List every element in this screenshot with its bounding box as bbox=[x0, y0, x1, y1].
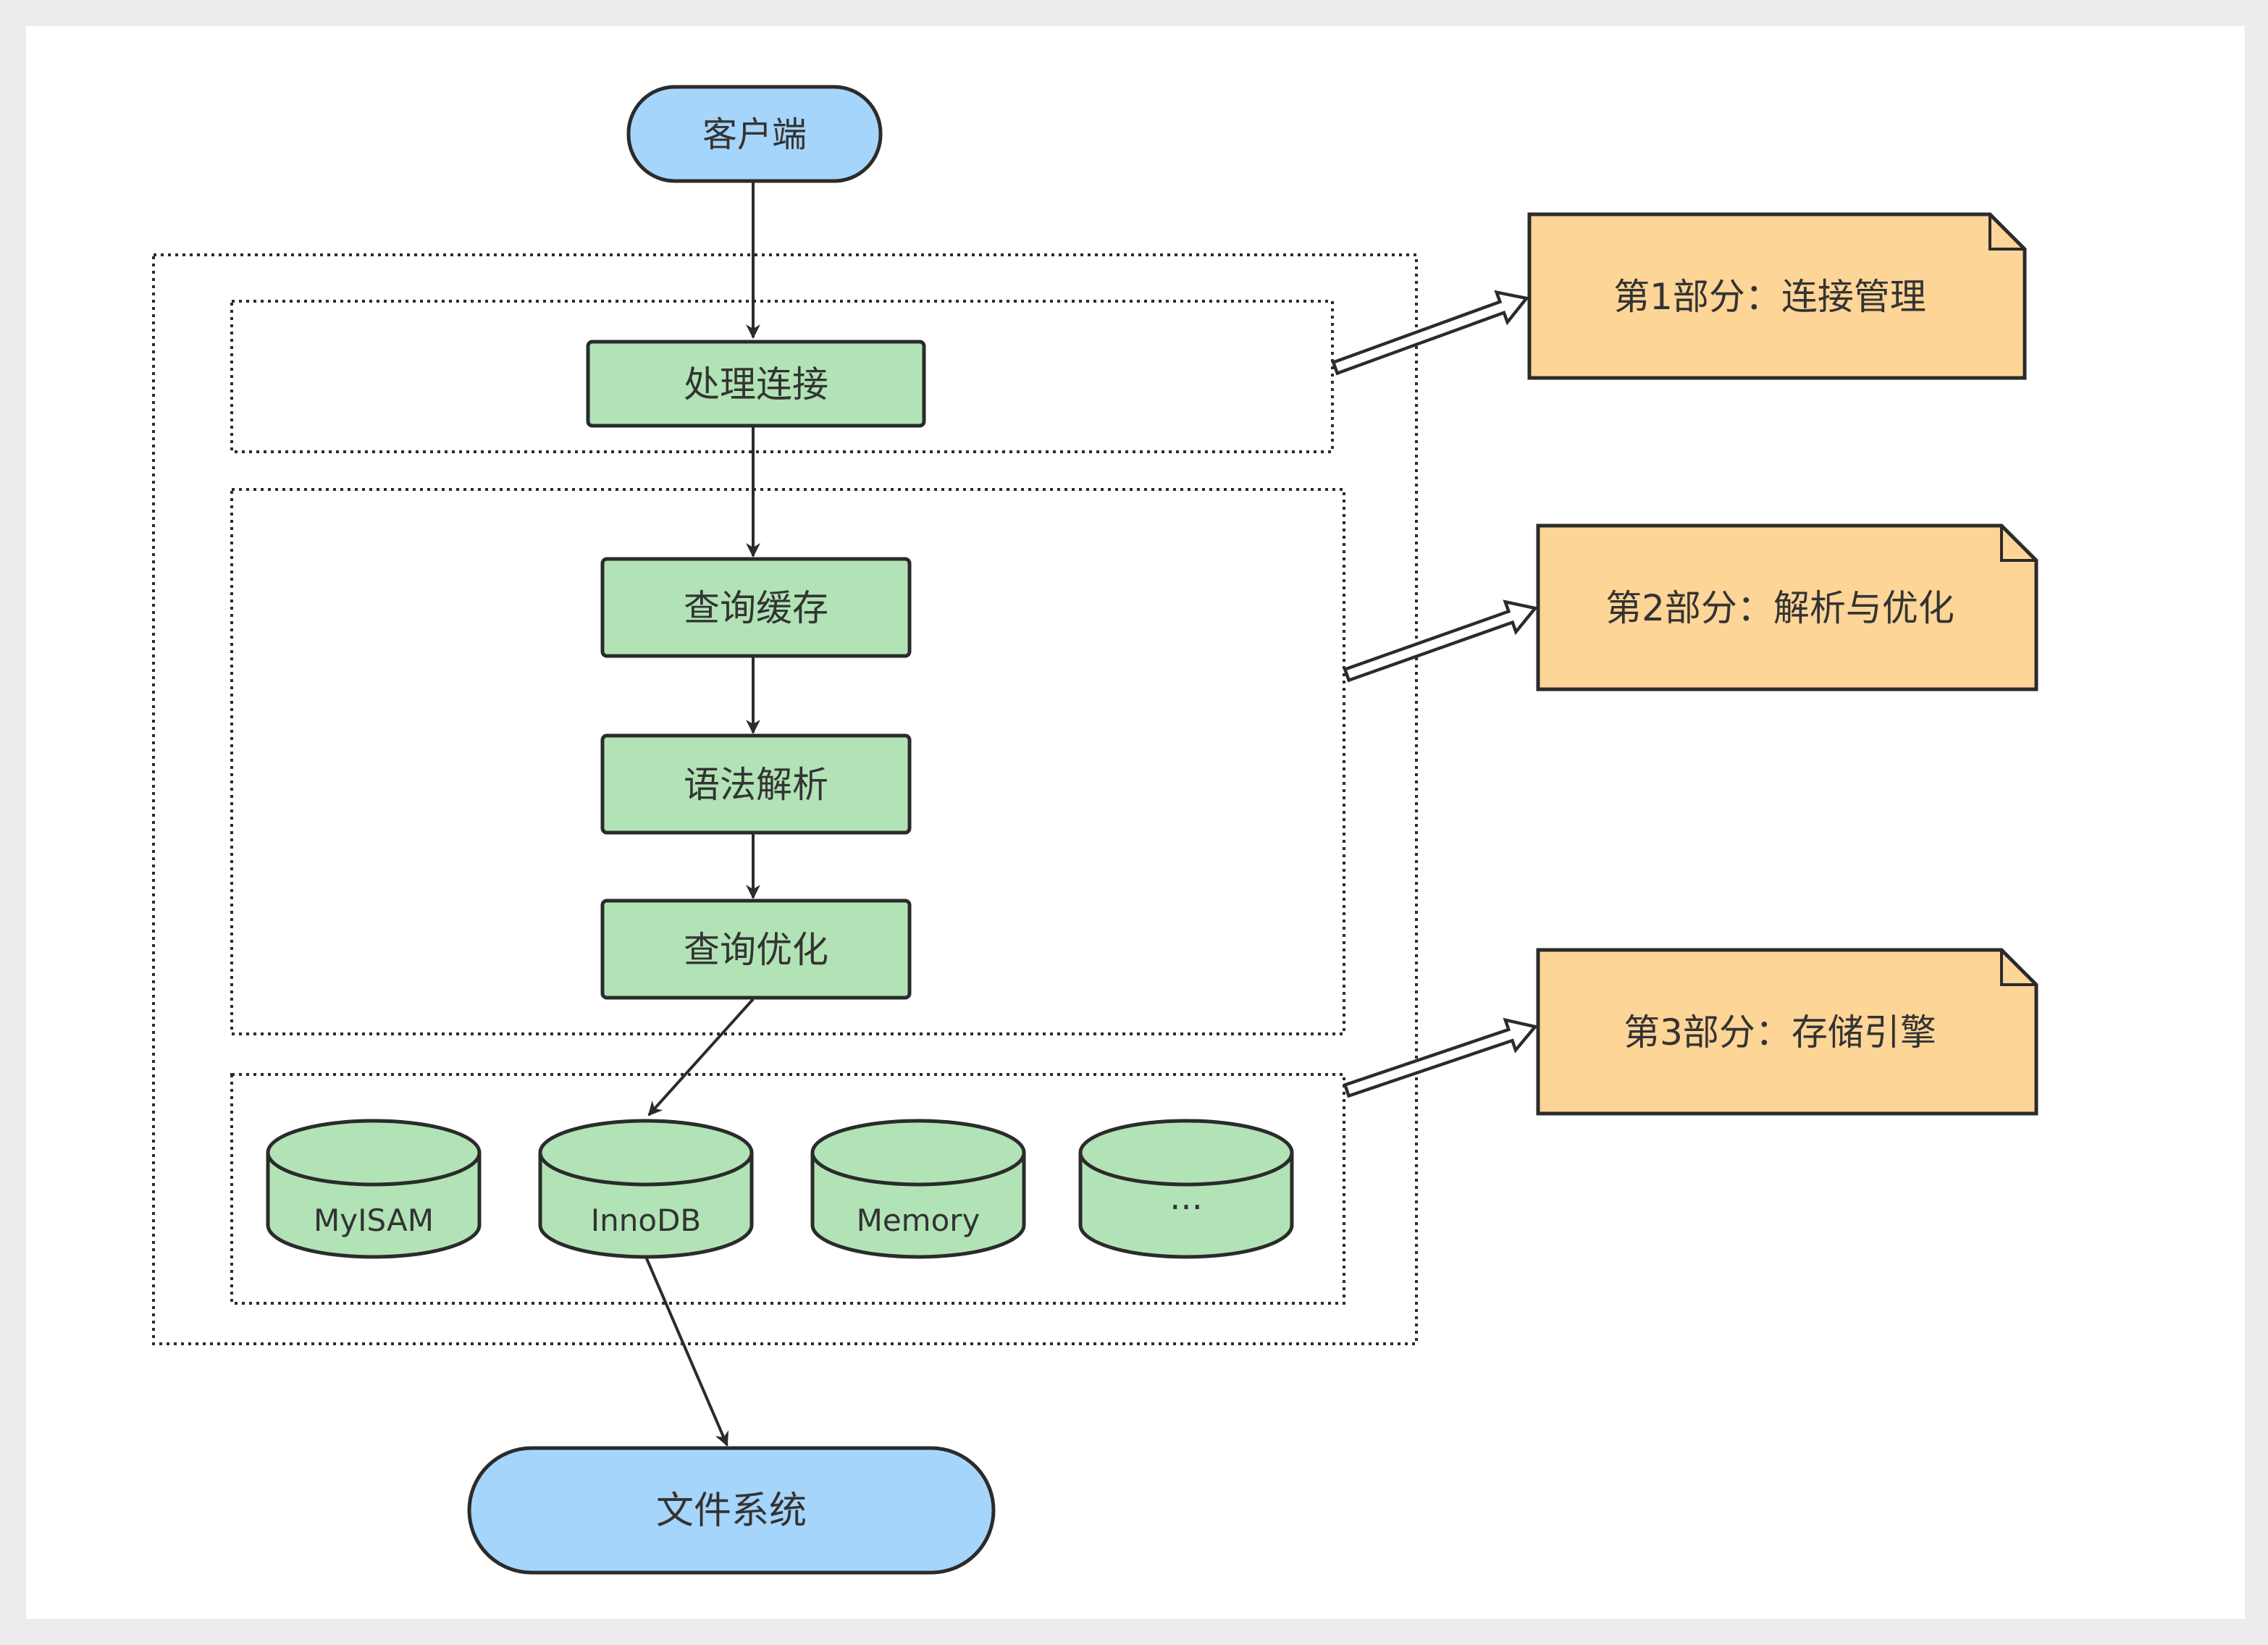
storage-engine-label: ··· bbox=[1169, 1187, 1203, 1228]
optimizer-node: 查询优化 bbox=[600, 899, 912, 1000]
parser-label: 语法解析 bbox=[684, 764, 828, 806]
optimizer-label: 查询优化 bbox=[684, 929, 828, 971]
section-note-label: 第3部分：存储引擎 bbox=[1624, 1011, 1936, 1053]
storage-engine-1: InnoDB bbox=[538, 1119, 754, 1259]
filesystem-label: 文件系统 bbox=[656, 1489, 807, 1533]
mysql-architecture-diagram: 客户端 处理连接查询缓存语法解析查询优化 MyISAM InnoDB Memory ·… bbox=[26, 26, 2245, 1619]
connection-label: 处理连接 bbox=[684, 363, 828, 405]
section-note-label: 第1部分：连接管理 bbox=[1613, 276, 1926, 318]
query-cache-node: 查询缓存 bbox=[600, 557, 912, 658]
parser-node: 语法解析 bbox=[600, 733, 912, 835]
storage-engine-3: ··· bbox=[1078, 1119, 1294, 1259]
query-cache-label: 查询缓存 bbox=[684, 587, 828, 629]
storage-engine-label: MyISAM bbox=[314, 1203, 434, 1238]
storage-engine-label: InnoDB bbox=[591, 1203, 701, 1238]
client-node: 客户端 bbox=[626, 85, 883, 183]
client-label: 客户端 bbox=[702, 114, 807, 155]
section-note-3: 第3部分：存储引擎 bbox=[1536, 948, 2038, 1116]
section-note-label: 第2部分：解析与优化 bbox=[1605, 587, 1954, 629]
connection-node: 处理连接 bbox=[586, 340, 926, 428]
storage-engine-label: Memory bbox=[857, 1203, 980, 1238]
filesystem-node: 文件系统 bbox=[467, 1446, 996, 1575]
storage-engine-2: Memory bbox=[810, 1119, 1026, 1259]
storage-engine-0: MyISAM bbox=[266, 1119, 482, 1259]
section-note-1: 第1部分：连接管理 bbox=[1527, 212, 2027, 380]
section-note-2: 第2部分：解析与优化 bbox=[1536, 523, 2038, 691]
